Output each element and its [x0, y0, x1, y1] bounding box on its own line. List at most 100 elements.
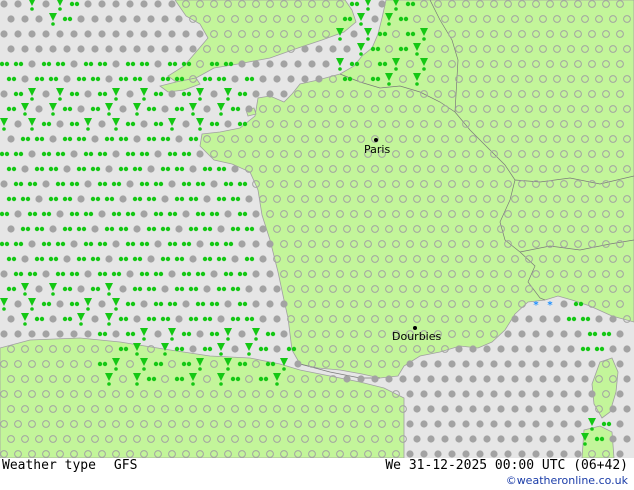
rain-dot-icon — [132, 76, 138, 82]
rain-dot-icon — [27, 211, 33, 217]
rain-dot-icon — [130, 241, 136, 247]
rain-dot-icon — [193, 316, 199, 322]
overcast-icon — [280, 90, 288, 98]
overcast-icon — [175, 225, 183, 233]
overcast-icon — [315, 75, 323, 83]
rain-dot-icon — [249, 316, 255, 322]
rain-dot-icon — [230, 196, 236, 202]
rain-dot-icon — [18, 271, 24, 277]
overcast-icon — [168, 90, 176, 98]
overcast-icon — [560, 360, 568, 368]
rain-drop-icon — [142, 97, 146, 101]
rain-drop-icon — [79, 322, 83, 326]
rain-dot-icon — [88, 61, 94, 67]
rain-drop-icon — [191, 112, 195, 116]
rain-dot-icon — [18, 151, 24, 157]
rain-dot-icon — [11, 106, 17, 112]
rain-drop-icon — [107, 382, 111, 386]
overcast-icon — [14, 30, 22, 38]
rain-dot-icon — [34, 136, 40, 142]
rain-dot-icon — [179, 256, 185, 262]
overcast-icon — [504, 360, 512, 368]
rain-dot-icon — [186, 181, 192, 187]
overcast-icon — [420, 390, 428, 398]
rain-dot-icon — [151, 136, 157, 142]
overcast-icon — [91, 15, 99, 23]
rain-dot-icon — [144, 151, 150, 157]
overcast-icon — [294, 60, 302, 68]
rain-dot-icon — [146, 316, 152, 322]
rain-dot-icon — [181, 241, 187, 247]
overcast-icon — [196, 240, 204, 248]
rain-dot-icon — [118, 136, 124, 142]
rain-dot-icon — [53, 76, 59, 82]
rain-dot-icon — [235, 376, 241, 382]
rain-dot-icon — [601, 421, 607, 427]
overcast-icon — [448, 450, 456, 458]
overcast-icon — [252, 60, 260, 68]
rain-dot-icon — [25, 196, 31, 202]
overcast-icon — [112, 0, 120, 8]
overcast-icon — [154, 0, 162, 8]
rain-dot-icon — [97, 241, 103, 247]
overcast-icon — [140, 30, 148, 38]
overcast-icon — [406, 450, 414, 458]
overcast-icon — [609, 405, 617, 413]
rain-dot-icon — [181, 361, 187, 367]
overcast-icon — [476, 420, 484, 428]
rain-dot-icon — [200, 181, 206, 187]
rain-dot-icon — [62, 226, 68, 232]
rain-dot-icon — [83, 241, 89, 247]
overcast-icon — [21, 15, 29, 23]
rain-dot-icon — [244, 316, 250, 322]
rain-dot-icon — [228, 61, 234, 67]
rain-dot-icon — [403, 46, 409, 52]
overcast-icon — [21, 75, 29, 83]
snow-icon: * — [533, 300, 539, 311]
rain-dot-icon — [137, 76, 143, 82]
rain-dot-icon — [118, 256, 124, 262]
rain-drop-icon — [114, 307, 118, 311]
rain-dot-icon — [179, 166, 185, 172]
rain-dot-icon — [405, 1, 411, 7]
rain-dot-icon — [39, 166, 45, 172]
overcast-icon — [126, 90, 134, 98]
overcast-icon — [546, 390, 554, 398]
overcast-icon — [0, 180, 8, 188]
rain-drop-icon — [114, 127, 118, 131]
rain-dot-icon — [186, 241, 192, 247]
overcast-icon — [567, 435, 575, 443]
overcast-icon — [7, 45, 15, 53]
map-layer-label: Weather type — [2, 458, 96, 473]
overcast-icon — [70, 240, 78, 248]
overcast-icon — [287, 75, 295, 83]
rain-dot-icon — [601, 331, 607, 337]
rain-dot-icon — [242, 121, 248, 127]
overcast-icon — [70, 60, 78, 68]
rain-dot-icon — [188, 226, 194, 232]
rain-dot-icon — [571, 316, 577, 322]
rain-dot-icon — [32, 211, 38, 217]
rain-dot-icon — [130, 151, 136, 157]
rain-dot-icon — [0, 61, 5, 67]
rain-dot-icon — [167, 151, 173, 157]
overcast-icon — [518, 420, 526, 428]
rain-dot-icon — [123, 316, 129, 322]
rain-dot-icon — [151, 376, 157, 382]
rain-dot-icon — [188, 316, 194, 322]
rain-dot-icon — [41, 301, 47, 307]
rain-dot-icon — [53, 256, 59, 262]
rain-dot-icon — [214, 331, 220, 337]
rain-dot-icon — [25, 226, 31, 232]
credit-link[interactable]: ©weatheronline.co.uk — [506, 474, 628, 487]
rain-dot-icon — [237, 91, 243, 97]
rain-dot-icon — [377, 61, 383, 67]
rain-dot-icon — [221, 166, 227, 172]
rain-dot-icon — [230, 286, 236, 292]
overcast-icon — [28, 60, 36, 68]
rain-dot-icon — [221, 76, 227, 82]
rain-dot-icon — [207, 76, 213, 82]
city-label-paris: Paris — [364, 143, 391, 156]
rain-dot-icon — [244, 256, 250, 262]
rain-drop-icon — [142, 337, 146, 341]
